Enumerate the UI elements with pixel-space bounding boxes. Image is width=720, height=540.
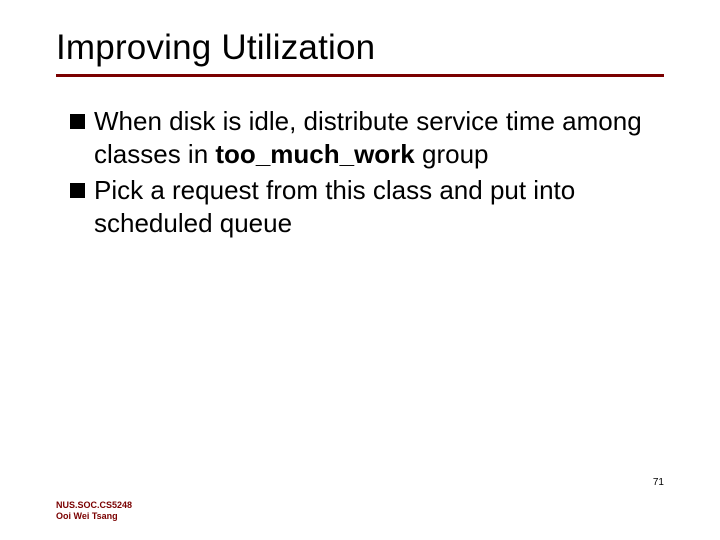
slide-title: Improving Utilization (56, 28, 664, 68)
bullet-text: When disk is idle, distribute service ti… (94, 105, 664, 170)
title-rule (56, 74, 664, 77)
bullet-text: Pick a request from this class and put i… (94, 174, 664, 239)
slide: Improving Utilization When disk is idle,… (0, 0, 720, 540)
page-number: 71 (653, 477, 664, 488)
square-bullet-icon (70, 183, 85, 198)
footer-line2: Ooi Wei Tsang (56, 511, 132, 522)
bullet-bold: too_much_work (215, 139, 414, 169)
list-item: When disk is idle, distribute service ti… (70, 105, 664, 170)
bullet-list: When disk is idle, distribute service ti… (56, 105, 664, 239)
footer-line1: NUS.SOC.CS5248 (56, 500, 132, 511)
bullet-post: group (415, 139, 489, 169)
bullet-pre: Pick a request from this class and put i… (94, 175, 575, 238)
footer: NUS.SOC.CS5248 Ooi Wei Tsang (56, 500, 132, 522)
square-bullet-icon (70, 114, 85, 129)
list-item: Pick a request from this class and put i… (70, 174, 664, 239)
